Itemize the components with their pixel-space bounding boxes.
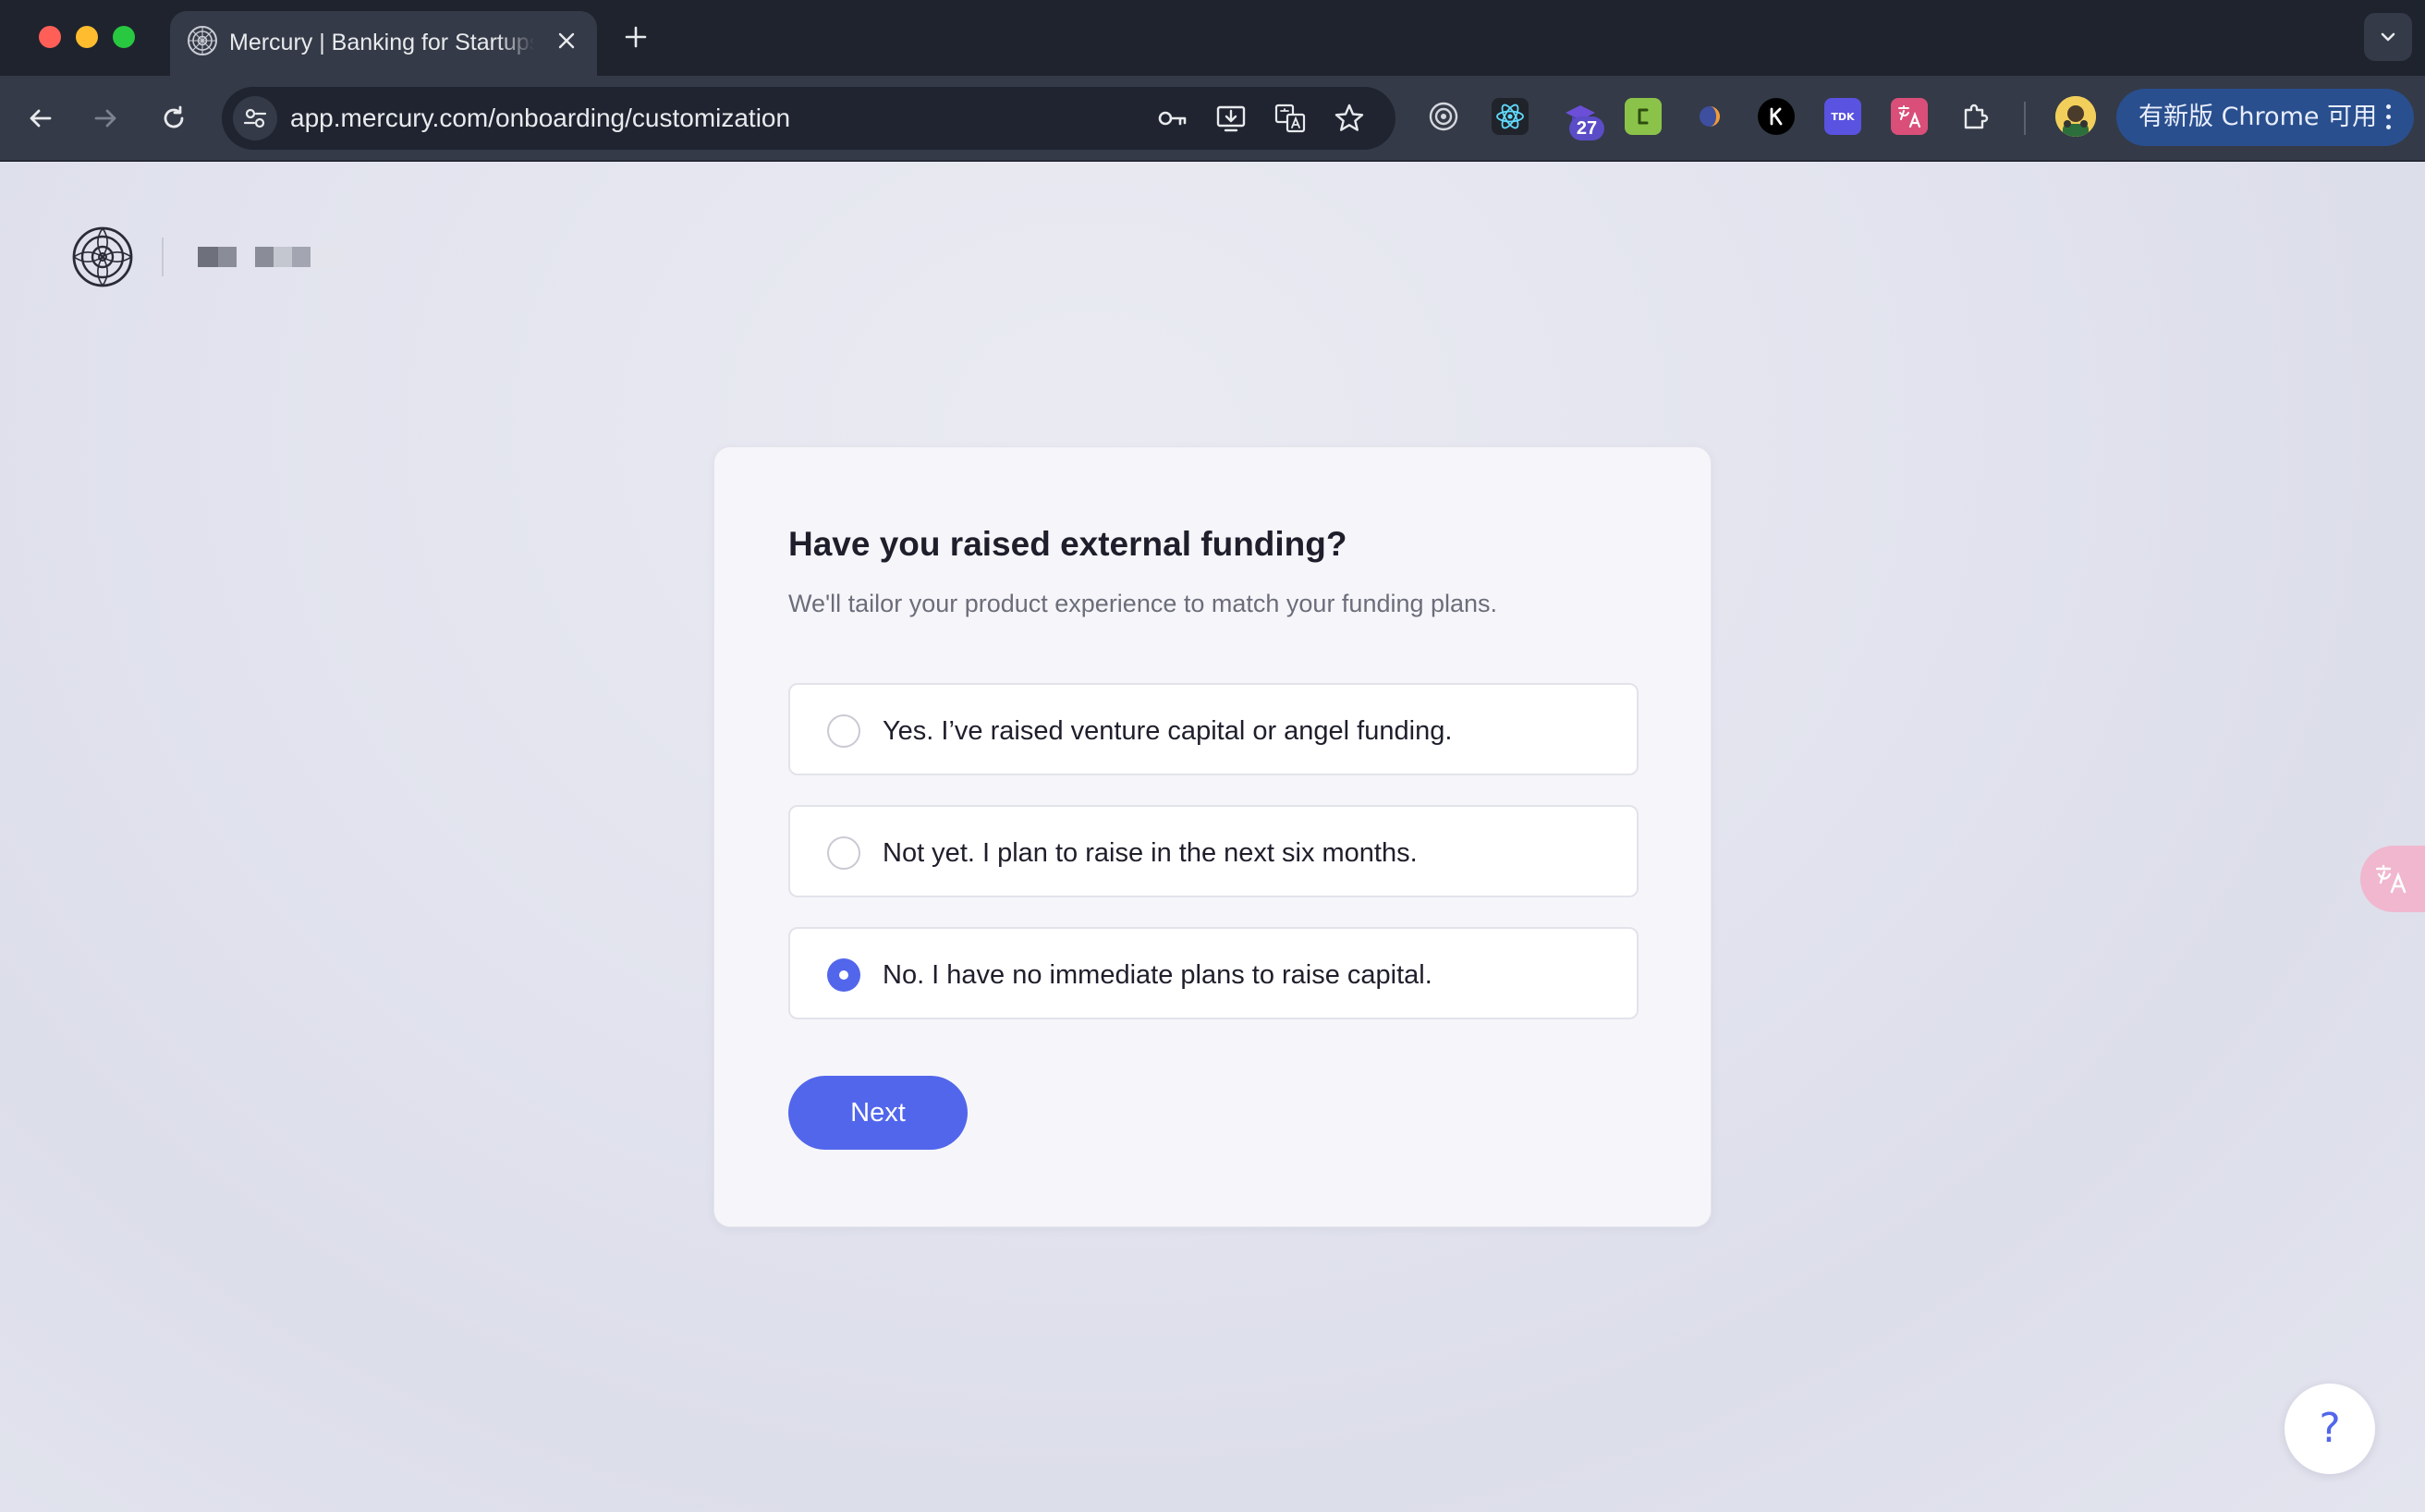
help-button[interactable]: ? xyxy=(2285,1384,2375,1474)
plus-icon[interactable] xyxy=(617,18,654,55)
profile-avatar[interactable] xyxy=(2055,96,2096,137)
key-icon[interactable] xyxy=(1153,100,1190,137)
forward-arrow-icon[interactable] xyxy=(83,96,128,140)
radio-button-selected[interactable] xyxy=(827,958,860,992)
funding-question-card: Have you raised external funding? We'll … xyxy=(713,446,1712,1227)
logo-divider xyxy=(162,238,164,276)
chrome-update-button[interactable]: 有新版 Chrome 可用 xyxy=(2116,89,2414,146)
window-minimize-button[interactable] xyxy=(76,26,98,48)
option-label: Not yet. I plan to raise in the next six… xyxy=(883,838,1418,868)
url-text[interactable]: app.mercury.com/onboarding/customization xyxy=(290,103,790,134)
option-label: Yes. I’ve raised venture capital or ange… xyxy=(883,716,1453,746)
translate-extension-icon[interactable] xyxy=(1891,98,1928,135)
question-title: Have you raised external funding? xyxy=(788,525,1347,563)
masked-company-name xyxy=(198,247,373,267)
clipboard-extension-icon[interactable] xyxy=(1625,98,1662,135)
tab-title: Mercury | Banking for Startups xyxy=(229,28,534,57)
install-app-icon[interactable] xyxy=(1212,100,1249,137)
funding-option-no-plans[interactable]: No. I have no immediate plans to raise c… xyxy=(788,927,1639,1019)
radio-button[interactable] xyxy=(827,714,860,748)
option-label: No. I have no immediate plans to raise c… xyxy=(883,960,1432,990)
react-devtools-icon[interactable] xyxy=(1492,98,1529,135)
address-bar[interactable]: app.mercury.com/onboarding/customization xyxy=(222,87,1395,150)
site-settings-icon[interactable] xyxy=(233,96,277,140)
question-subtitle: We'll tailor your product experience to … xyxy=(788,590,1498,617)
radio-button[interactable] xyxy=(827,836,860,870)
toolbar-divider xyxy=(2024,102,2026,135)
update-label: 有新版 Chrome 可用 xyxy=(2139,103,2378,131)
mercury-logo-icon[interactable] xyxy=(72,226,133,287)
puzzle-icon[interactable] xyxy=(1957,98,1994,135)
browser-tab-active[interactable]: Mercury | Banking for Startups xyxy=(170,11,597,76)
close-icon[interactable] xyxy=(549,23,584,58)
extension-count-badge: 27 xyxy=(1569,116,1604,140)
window-close-button[interactable] xyxy=(39,26,61,48)
funding-option-raised[interactable]: Yes. I’ve raised venture capital or ange… xyxy=(788,683,1639,775)
k-extension-icon[interactable] xyxy=(1758,98,1795,135)
flame-extension-icon[interactable] xyxy=(1691,98,1728,135)
window-zoom-button[interactable] xyxy=(113,26,135,48)
chevron-down-icon[interactable] xyxy=(2364,13,2412,61)
svg-text:TDK: TDK xyxy=(1831,111,1855,123)
mercury-logo-icon xyxy=(187,25,218,56)
translate-icon[interactable] xyxy=(1272,100,1309,137)
kebab-menu-icon[interactable] xyxy=(2381,101,2395,134)
tdk-extension-icon[interactable]: TDK xyxy=(1824,98,1861,135)
floating-translate-icon[interactable] xyxy=(2360,846,2425,912)
next-button[interactable]: Next xyxy=(788,1076,968,1150)
back-arrow-icon[interactable] xyxy=(18,96,63,140)
page-content: Have you raised external funding? We'll … xyxy=(0,162,2425,1512)
funding-option-planning[interactable]: Not yet. I plan to raise in the next six… xyxy=(788,805,1639,897)
browser-tab-strip: Mercury | Banking for Startups xyxy=(0,0,2425,76)
star-icon[interactable] xyxy=(1331,100,1368,137)
target-extension-icon[interactable] xyxy=(1425,98,1462,135)
reload-icon[interactable] xyxy=(152,96,196,140)
